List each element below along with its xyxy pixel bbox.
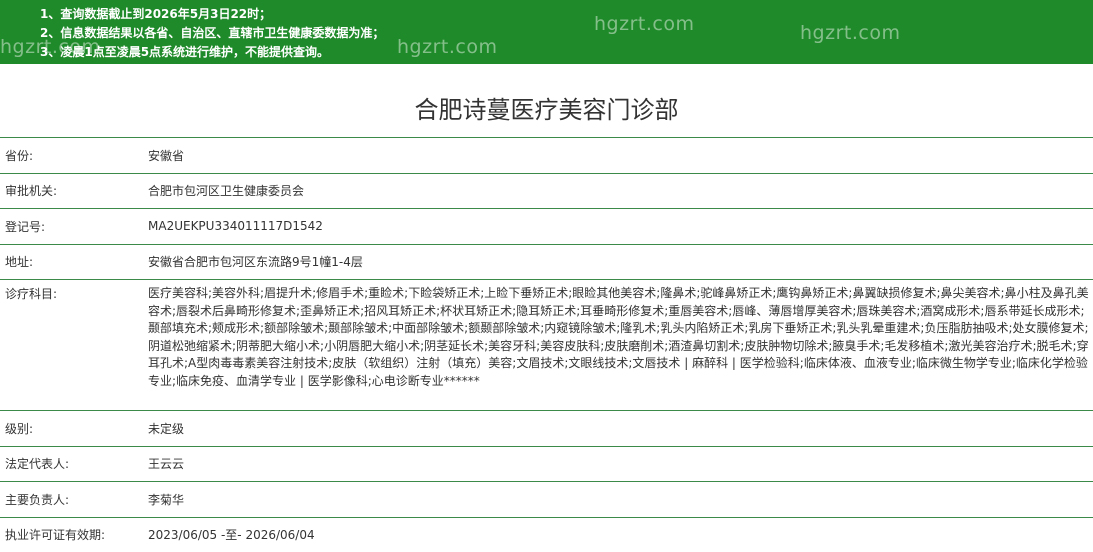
row-label: 诊疗科目: — [0, 285, 148, 302]
row-value: 未定级 — [148, 420, 1093, 437]
row-label: 登记号: — [0, 218, 148, 235]
watermark-center: hgzrt.com — [397, 36, 497, 58]
row-value: 李菊华 — [148, 491, 1093, 508]
table-row-level: 级别: 未定级 — [0, 410, 1093, 446]
watermark-top: hgzrt.com — [594, 13, 694, 35]
row-value: 医疗美容科;美容外科;眉提升术;修眉手术;重睑术;下睑袋矫正术;上睑下垂矫正术;… — [148, 285, 1093, 390]
row-value: 安徽省合肥市包河区东流路9号1幢1-4层 — [148, 253, 1093, 270]
notice-line-3: 3、凌晨1点至凌晨5点系统进行维护，不能提供查询。 — [40, 43, 1093, 62]
notice-line-2: 2、信息数据结果以各省、自治区、直辖市卫生健康委数据为准； — [40, 24, 1093, 43]
watermark-left: hgzrt.com — [0, 36, 100, 58]
row-label: 级别: — [0, 420, 148, 437]
row-label: 省份: — [0, 147, 148, 164]
row-label: 地址: — [0, 253, 148, 270]
row-value: MA2UEKPU334011117D1542 — [148, 219, 1093, 233]
row-label: 审批机关: — [0, 182, 148, 199]
notice-banner: 1、查询数据截止到2026年5月3日22时； 2、信息数据结果以各省、自治区、直… — [0, 0, 1093, 64]
watermark-right: hgzrt.com — [800, 22, 900, 44]
table-row-principal: 主要负责人: 李菊华 — [0, 481, 1093, 517]
info-table: 省份: 安徽省 审批机关: 合肥市包河区卫生健康委员会 登记号: MA2UEKP… — [0, 137, 1093, 552]
row-value: 2023/06/05 -至- 2026/06/04 — [148, 526, 1093, 543]
table-row-registration-number: 登记号: MA2UEKPU334011117D1542 — [0, 208, 1093, 244]
page-title: 合肥诗蔓医疗美容门诊部 — [0, 94, 1093, 126]
row-value: 王云云 — [148, 455, 1093, 472]
table-row-approval-authority: 审批机关: 合肥市包河区卫生健康委员会 — [0, 173, 1093, 209]
table-row-address: 地址: 安徽省合肥市包河区东流路9号1幢1-4层 — [0, 244, 1093, 280]
row-value: 合肥市包河区卫生健康委员会 — [148, 182, 1093, 199]
table-row-province: 省份: 安徽省 — [0, 137, 1093, 173]
row-value: 安徽省 — [148, 147, 1093, 164]
notice-line-1: 1、查询数据截止到2026年5月3日22时； — [40, 5, 1093, 24]
table-row-treatment-subjects: 诊疗科目: 医疗美容科;美容外科;眉提升术;修眉手术;重睑术;下睑袋矫正术;上睑… — [0, 279, 1093, 410]
row-label: 法定代表人: — [0, 455, 148, 472]
row-label: 执业许可证有效期: — [0, 526, 148, 543]
row-label: 主要负责人: — [0, 491, 148, 508]
table-row-license-validity: 执业许可证有效期: 2023/06/05 -至- 2026/06/04 — [0, 517, 1093, 552]
table-row-legal-representative: 法定代表人: 王云云 — [0, 446, 1093, 482]
